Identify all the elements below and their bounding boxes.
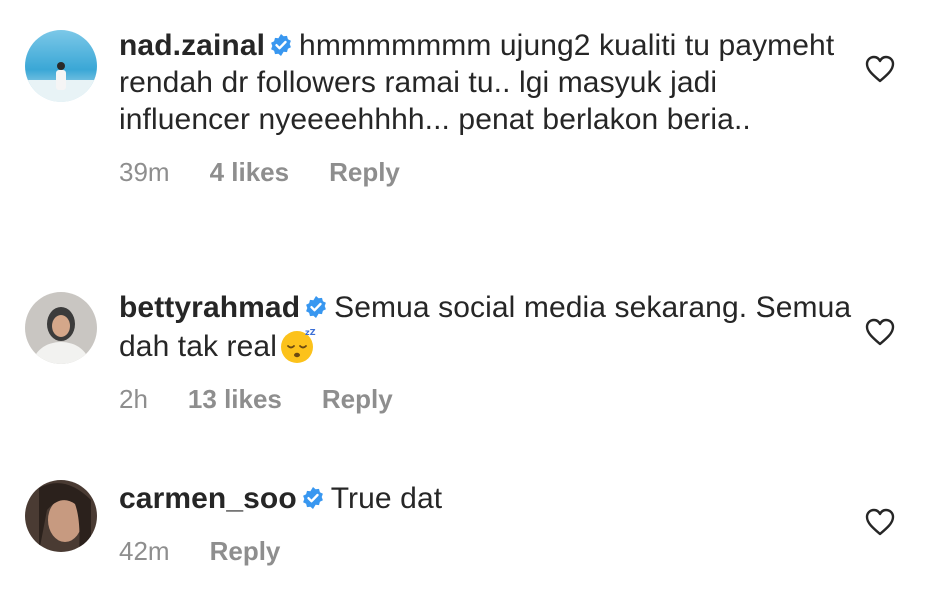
comment-text: True dat: [330, 482, 443, 515]
likes-count[interactable]: 4 likes: [210, 157, 290, 188]
sleeping-face-emoji-icon: zZ: [280, 328, 316, 363]
username[interactable]: nad.zainal: [119, 29, 265, 62]
comment-list: nad.zainal hmmmmmmm ujung2 kualiti tu pay…: [0, 0, 941, 600]
reply-button[interactable]: Reply: [210, 536, 281, 567]
reply-button[interactable]: Reply: [322, 384, 393, 415]
avatar[interactable]: [25, 480, 97, 552]
heart-icon[interactable]: [865, 318, 895, 346]
reply-button[interactable]: Reply: [329, 157, 400, 188]
comment-time: 39m: [119, 157, 170, 187]
comment-time: 2h: [119, 384, 148, 414]
likes-count[interactable]: 13 likes: [188, 384, 282, 415]
verified-badge-icon: [271, 34, 291, 56]
avatar[interactable]: [25, 30, 97, 102]
username[interactable]: bettyrahmad: [119, 291, 300, 324]
verified-badge-icon: [302, 487, 323, 509]
svg-text:zZ: zZ: [305, 328, 316, 337]
avatar[interactable]: [25, 292, 97, 364]
username[interactable]: carmen_soo: [119, 482, 297, 515]
verified-badge-icon: [306, 296, 327, 318]
heart-icon[interactable]: [865, 55, 895, 83]
comment-time: 42m: [119, 536, 170, 566]
heart-icon[interactable]: [865, 508, 895, 536]
